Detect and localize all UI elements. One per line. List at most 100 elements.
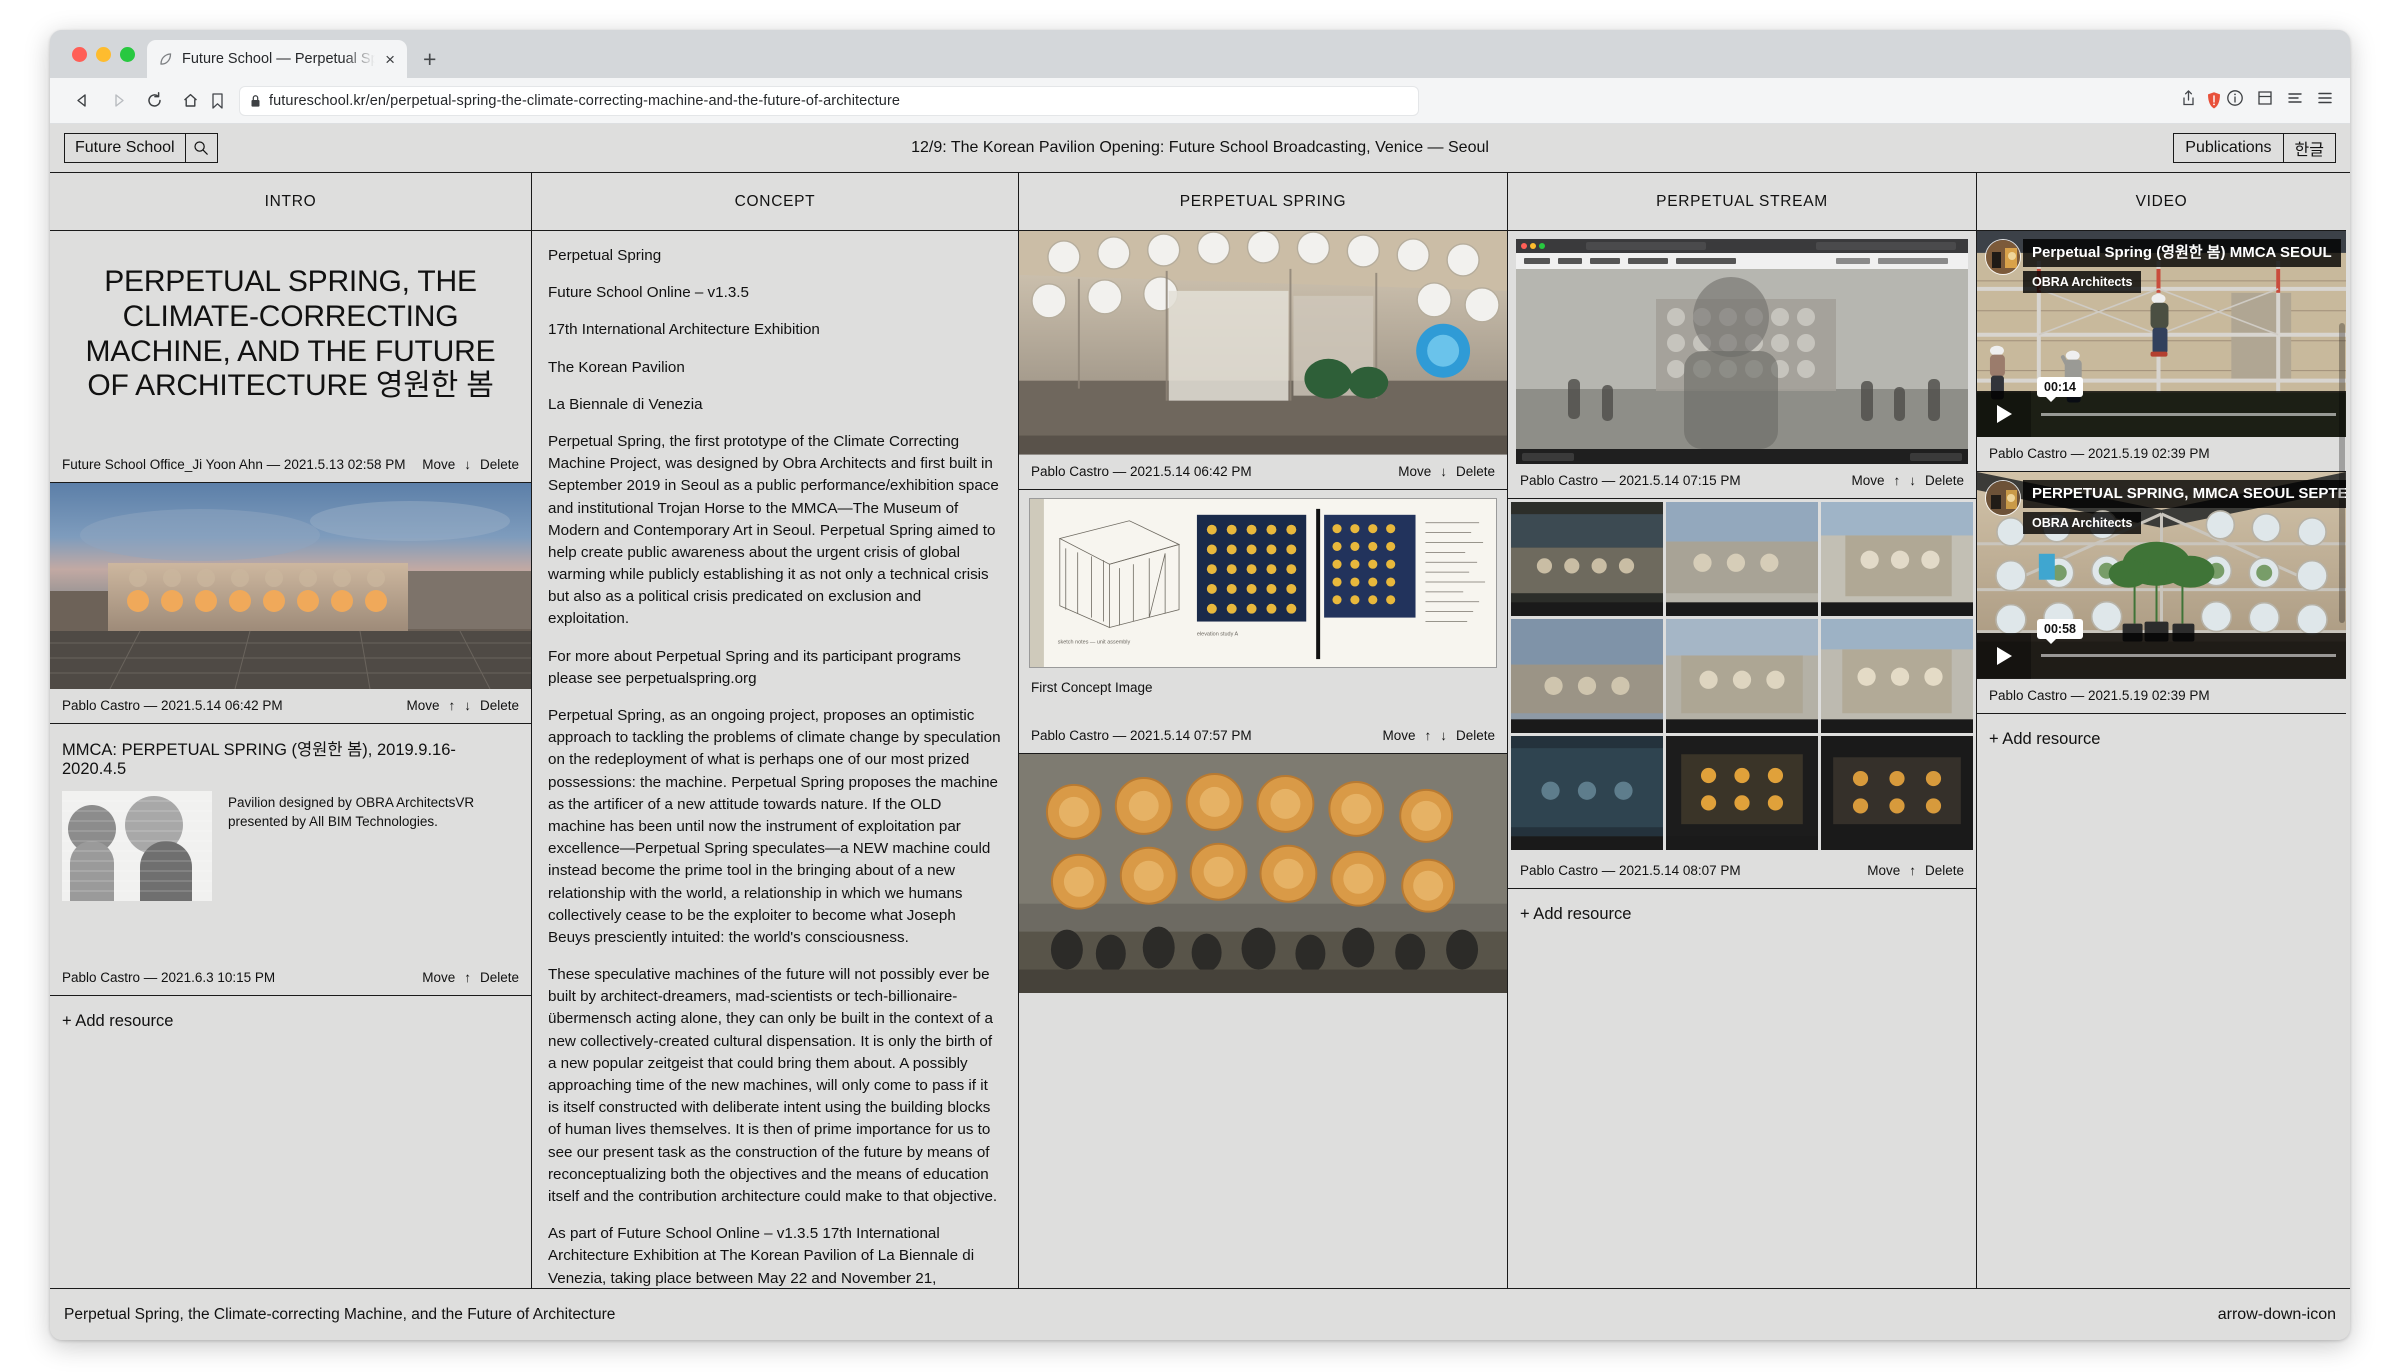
add-resource-button-intro[interactable]: + Add resource [50,996,531,1047]
move-button[interactable]: Move [1851,473,1884,488]
stream-item-1-meta: Pablo Castro — 2021.5.14 07:15 PM Move ↑… [1508,464,1976,498]
maximize-window-button[interactable] [120,46,135,62]
move-button[interactable]: Move [406,698,439,713]
share-icon[interactable] [2181,89,2196,112]
resource-title[interactable]: MMCA: PERPETUAL SPRING (영원한 봄), 2019.9.1… [62,736,519,779]
site-brand[interactable]: Future School [65,134,185,162]
video-duration: 00:58 [2037,618,2083,644]
concept-paragraph: These speculative machines of the future… [548,966,998,1205]
back-icon[interactable] [66,85,98,117]
video-channel[interactable]: OBRA Architects [2023,512,2142,535]
pavilion-exterior-photo[interactable] [50,483,531,690]
close-window-button[interactable] [72,46,87,62]
delete-button[interactable]: Delete [480,970,519,985]
extension-icon[interactable] [2256,89,2274,112]
video-scrubber[interactable] [2031,391,2346,438]
minimize-window-button[interactable] [96,46,111,62]
shield-icon[interactable] [2206,91,2222,110]
video-controls-1 [1977,391,2346,438]
intro-title-meta: Future School Office_Ji Yoon Ahn — 2021.… [50,448,531,482]
stream-thumbnail[interactable] [1511,619,1663,733]
move-button[interactable]: Move [1382,728,1415,743]
move-up-icon[interactable]: ↑ [1893,473,1900,488]
move-button[interactable]: Move [422,457,455,472]
video-channel[interactable]: OBRA Architects [2023,271,2142,293]
home-icon[interactable] [174,85,206,117]
close-tab-button[interactable]: × [383,51,397,68]
delete-button[interactable]: Delete [480,457,519,472]
stream-thumbnail[interactable] [1821,619,1973,733]
move-button[interactable]: Move [1867,863,1900,878]
move-button[interactable]: Move [422,970,455,985]
menu-icon[interactable] [2316,89,2334,112]
pavilion-interior-porthole-photo[interactable] [1019,231,1507,455]
video-duration: 00:14 [2037,377,2083,403]
delete-button[interactable]: Delete [480,698,519,713]
stream-thumbnail[interactable] [1511,502,1663,616]
livestream-browser-window-screenshot[interactable] [1516,239,1968,464]
page-scrollbar[interactable] [2339,323,2345,623]
stream-thumbnail[interactable] [1511,736,1663,850]
block-actions: Move ↑ Delete [1867,863,1964,878]
video-scrubber[interactable] [2031,632,2346,679]
stream-thumbnail[interactable] [1821,736,1973,850]
meta-author-date: Pablo Castro — 2021.5.14 07:15 PM [1520,473,1741,488]
footer-title: Perpetual Spring, the Climate-correcting… [64,1305,616,1323]
move-down-icon[interactable]: ↓ [464,457,471,472]
move-down-icon[interactable]: ↓ [1440,464,1447,479]
ps-item-2-caption: First Concept Image [1031,679,1153,695]
publications-button[interactable]: Publications [2174,134,2282,162]
stream-thumbnail[interactable] [1666,619,1818,733]
video-player-2[interactable]: PERPETUAL SPRING, MMCA SEOUL SEPTEMBER 1… [1977,472,2346,679]
move-up-icon[interactable]: ↑ [1424,728,1431,743]
search-icon[interactable] [184,134,217,162]
stream-thumbnail[interactable] [1821,502,1973,616]
bookmark-icon[interactable] [210,92,225,110]
info-icon[interactable] [2226,89,2244,112]
site-search[interactable]: Future School [64,133,218,163]
site-header: Future School 12/9: The Korean Pavilion … [50,124,2350,172]
move-button[interactable]: Move [1398,464,1431,479]
stream-thumbnail[interactable] [1666,502,1818,616]
avatar[interactable] [1985,239,2021,275]
delete-button[interactable]: Delete [1925,473,1964,488]
move-down-icon[interactable]: ↓ [464,698,471,713]
stream-thumbnail[interactable] [1666,736,1818,850]
sketchbook-concept-drawings-scan[interactable]: sketch notes — unit assembly elevation s… [1029,497,1497,668]
url-text: futureschool.kr/en/perpetual-spring-the-… [269,92,901,109]
arrow-down-icon[interactable]: arrow-down-icon [2218,1306,2336,1324]
new-tab-button[interactable]: + [423,46,436,73]
video-player-1[interactable]: Perpetual Spring (영원한 봄) MMCA SEOUL OBRA… [1977,231,2346,438]
page-title: PERPETUAL SPRING, THE CLIMATE-CORRECTING… [85,265,496,403]
list-icon[interactable] [2286,89,2304,112]
play-icon[interactable] [1977,391,2031,438]
delete-button[interactable]: Delete [1456,728,1495,743]
column-header-video: VIDEO [1977,173,2346,231]
move-up-icon[interactable]: ↑ [1909,863,1916,878]
browser-tab[interactable]: Future School — Perpetual Spri × [147,40,407,78]
play-icon[interactable] [1977,632,2031,679]
pavilion-facade-evening-photo[interactable] [1019,753,1507,994]
url-input[interactable]: futureschool.kr/en/perpetual-spring-the-… [239,85,1419,116]
video-item-2-meta: Pablo Castro — 2021.5.19 02:39 PM [1977,679,2346,713]
move-down-icon[interactable]: ↓ [1909,473,1916,488]
toolbar-right-icons [2226,89,2334,112]
move-up-icon[interactable]: ↑ [448,698,455,713]
column-concept: CONCEPT Perpetual Spring Future School O… [531,173,1018,1288]
column-video: VIDEO Perpetual Spring (영원한 봄) MMCA SEOU… [1976,173,2346,1288]
ps-item-1-meta: Pablo Castro — 2021.5.14 06:42 PM Move ↓… [1019,455,1507,489]
add-resource-button-video[interactable]: + Add resource [1977,714,2346,765]
add-resource-button-stream[interactable]: + Add resource [1508,889,1976,940]
ps-item-2-meta: Pablo Castro — 2021.5.14 07:57 PM Move ↑… [1019,719,1507,753]
stream-item-2: Pablo Castro — 2021.5.14 08:07 PM Move ↑… [1508,499,1976,889]
url-right-actions [2181,89,2222,112]
halftone-circles-thumbnail[interactable] [62,791,212,902]
delete-button[interactable]: Delete [1456,464,1495,479]
language-toggle-button[interactable]: 한글 [2282,134,2335,162]
reload-icon[interactable] [138,85,170,117]
concept-paragraph: La Biennale di Venezia [548,395,703,413]
move-up-icon[interactable]: ↑ [464,970,471,985]
delete-button[interactable]: Delete [1925,863,1964,878]
move-down-icon[interactable]: ↓ [1440,728,1447,743]
columns-container: INTRO PERPETUAL SPRING, THE CLIMATE-CORR… [50,172,2350,1288]
